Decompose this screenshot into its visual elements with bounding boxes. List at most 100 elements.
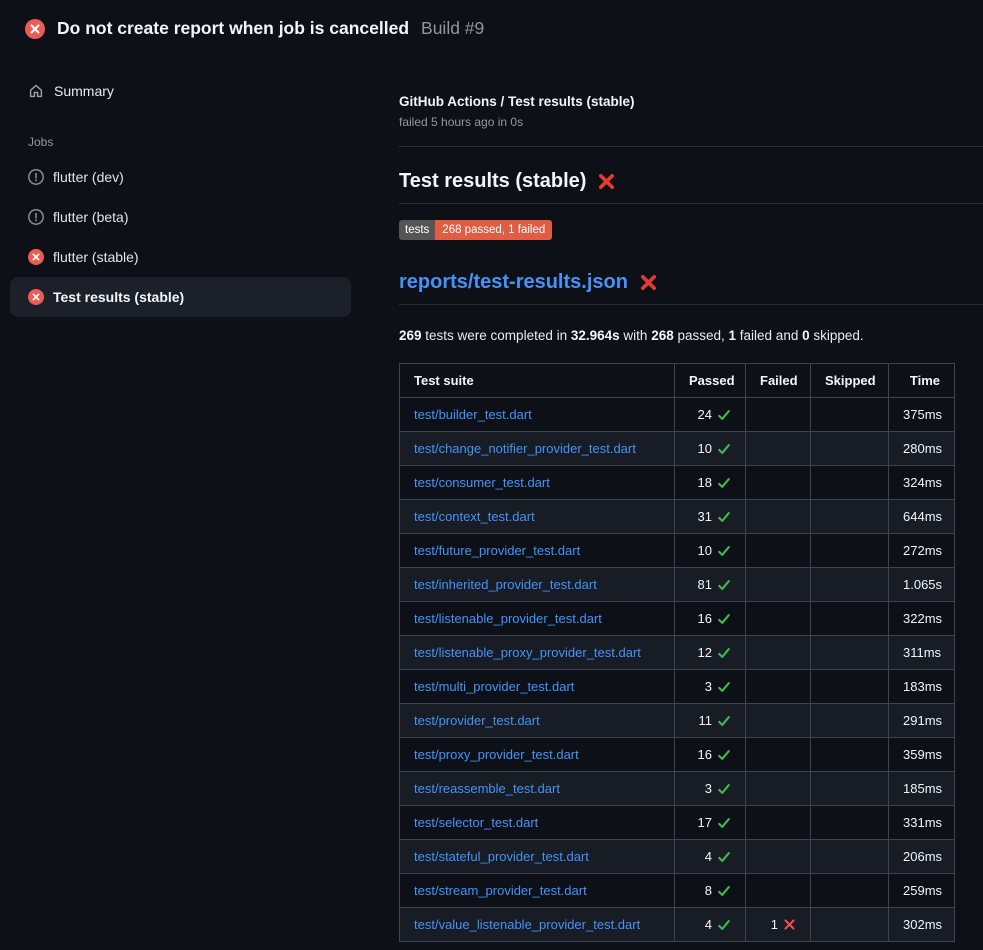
sidebar-job-item[interactable]: Test results (stable) [10,277,351,317]
skipped-cell [811,704,889,738]
green-check-icon [717,510,731,524]
time-cell: 302ms [889,908,955,942]
table-row: test/reassemble_test.dart3185ms [400,772,955,806]
test-suite-link[interactable]: test/provider_test.dart [414,713,540,728]
passed-cell: 12 [675,636,746,670]
red-x-icon [783,918,796,931]
tests-status-badge: tests 268 passed, 1 failed [399,220,552,240]
cancelled-circle-icon [28,169,44,185]
table-row: test/provider_test.dart 11 291ms [400,704,955,738]
test-suite-link[interactable]: test/change_notifier_provider_test.dart [414,441,636,456]
table-row: test/future_provider_test.dart10272ms [400,534,955,568]
time-cell: 291ms [889,704,955,738]
green-check-icon [717,544,731,558]
count: 24 [698,405,712,424]
test-suite-link[interactable]: test/stateful_provider_test.dart [414,849,589,864]
cancelled-circle-icon [28,209,44,225]
failed-cell [746,398,811,432]
test-suite-cell: test/proxy_provider_test.dart [400,738,675,772]
count: 10 [698,439,712,458]
test-suite-cell: test/stream_provider_test.dart [400,874,675,908]
skipped-cell [811,670,889,704]
passed-cell: 10 [675,534,746,568]
passed-cell-value: 10 [698,541,731,560]
passed-cell-value: 16 [698,609,731,628]
summary-segment: 32.964s [571,328,620,343]
skipped-cell [811,874,889,908]
test-suite-link[interactable]: test/multi_provider_test.dart [414,679,574,694]
table-row: test/stream_provider_test.dart8259ms [400,874,955,908]
test-suite-link[interactable]: test/builder_test.dart [414,407,532,422]
passed-cell: 81 [675,568,746,602]
passed-cell-value: 11 [699,711,732,730]
passed-cell: 11 [675,704,746,738]
test-suite-link[interactable]: test/value_listenable_provider_test.dart [414,917,640,932]
test-suite-link[interactable]: test/future_provider_test.dart [414,543,580,558]
passed-cell: 16 [675,602,746,636]
test-suite-cell: test/inherited_provider_test.dart [400,568,675,602]
column-header-passed: Passed [675,364,746,398]
passed-cell-value: 31 [698,507,731,526]
passed-cell: 10 [675,432,746,466]
test-suite-cell: test/listenable_provider_test.dart [400,602,675,636]
test-suite-link[interactable]: test/context_test.dart [414,509,535,524]
test-suite-link[interactable]: test/listenable_provider_test.dart [414,611,602,626]
passed-cell-value: 12 [698,643,731,662]
summary-segment: 1 [729,328,737,343]
badge-value: 268 passed, 1 failed [435,220,552,240]
table-row: test/builder_test.dart24375ms [400,398,955,432]
report-file-link[interactable]: reports/test-results.json [399,270,628,294]
test-suite-link[interactable]: test/consumer_test.dart [414,475,550,490]
time-cell: 1.065s [889,568,955,602]
sidebar-job-item[interactable]: flutter (dev) [10,157,351,197]
job-label: Test results (stable) [53,289,184,305]
test-suite-link[interactable]: test/reassemble_test.dart [414,781,560,796]
job-label: flutter (stable) [53,249,139,265]
count: 4 [705,847,712,866]
skipped-cell [811,432,889,466]
section-heading-test-results: Test results (stable) [399,169,983,204]
time-cell: 322ms [889,602,955,636]
test-suite-cell: test/future_provider_test.dart [400,534,675,568]
sidebar-job-item[interactable]: flutter (stable) [10,237,351,277]
count: 12 [698,643,712,662]
section-title: Test results (stable) [399,169,586,193]
table-row: test/stateful_provider_test.dart 4 206ms [400,840,955,874]
time-cell: 331ms [889,806,955,840]
job-label: flutter (beta) [53,209,128,225]
time-cell: 206ms [889,840,955,874]
status-line: failed 5 hours ago in 0s [399,115,983,129]
time-cell: 644ms [889,500,955,534]
time-cell: 311ms [889,636,955,670]
sidebar-job-item[interactable]: flutter (beta) [10,197,351,237]
green-check-icon [717,476,731,490]
time-cell: 183ms [889,670,955,704]
skipped-cell [811,568,889,602]
green-check-icon [717,816,731,830]
sidebar: Summary Jobs flutter (dev)flutter (beta)… [0,49,399,317]
test-suite-link[interactable]: test/listenable_proxy_provider_test.dart [414,645,641,660]
passed-cell-value: 3 [705,677,731,696]
table-row: test/value_listenable_provider_test.dart… [400,908,955,942]
skipped-cell [811,908,889,942]
test-suite-link[interactable]: test/inherited_provider_test.dart [414,577,597,592]
count: 3 [705,779,712,798]
test-suite-link[interactable]: test/stream_provider_test.dart [414,883,587,898]
table-row: test/consumer_test.dart18324ms [400,466,955,500]
summary-segment: passed, [674,328,729,343]
run-title: Do not create report when job is cancell… [57,18,409,39]
test-suite-cell: test/consumer_test.dart [400,466,675,500]
test-suite-link[interactable]: test/selector_test.dart [414,815,538,830]
test-suite-cell: test/context_test.dart [400,500,675,534]
section-heading-report-file: reports/test-results.json [399,270,983,305]
test-suite-link[interactable]: test/proxy_provider_test.dart [414,747,579,762]
sidebar-item-summary[interactable]: Summary [10,75,351,107]
green-check-icon [717,646,731,660]
passed-cell-value: 24 [698,405,731,424]
passed-cell-value: 16 [698,745,731,764]
test-suite-cell: test/reassemble_test.dart [400,772,675,806]
passed-cell-value: 18 [698,473,731,492]
test-suite-cell: test/provider_test.dart [400,704,675,738]
table-row: test/inherited_provider_test.dart 81 1.065… [400,568,955,602]
job-label: flutter (dev) [53,169,124,185]
